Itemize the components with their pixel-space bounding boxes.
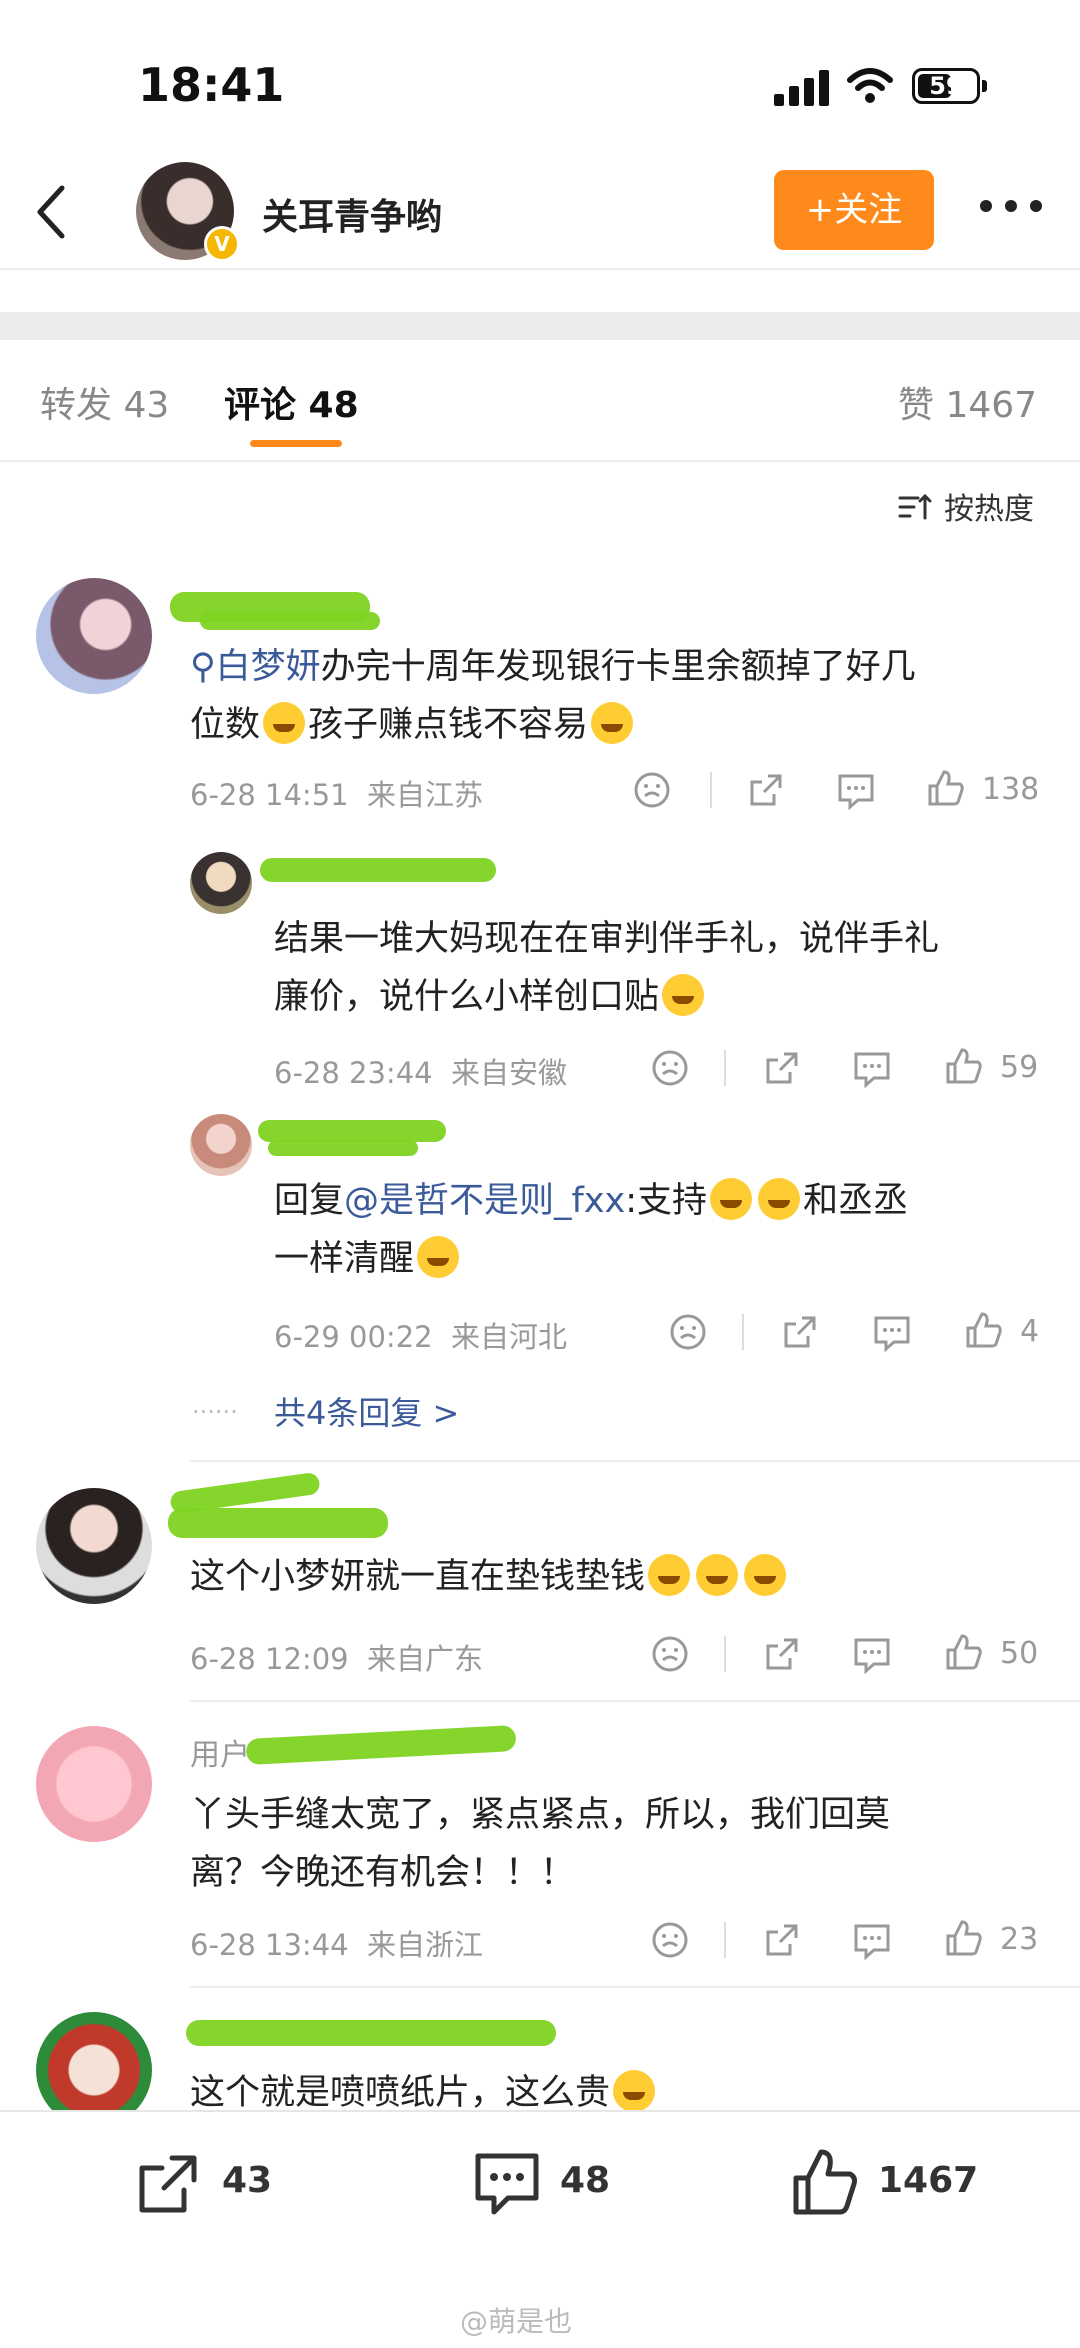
sort-label[interactable]: 按热度 bbox=[944, 484, 1034, 528]
redacted-name bbox=[186, 2020, 556, 2046]
like-icon[interactable] bbox=[944, 1918, 984, 1958]
share-icon[interactable] bbox=[780, 1312, 820, 1352]
watermark: @萌是也 bbox=[460, 2305, 573, 2338]
battery-tip bbox=[982, 80, 987, 92]
tab-divider bbox=[0, 460, 1080, 462]
tab-like[interactable]: 赞 1467 bbox=[898, 376, 1037, 428]
dislike-icon[interactable] bbox=[632, 770, 672, 810]
tab-active-indicator bbox=[250, 440, 342, 447]
topic-link[interactable]: 白梦妍 bbox=[216, 647, 321, 687]
reply-text: 结果一堆大妈现在在审判伴手礼，说伴手礼 廉价，说什么小样创口贴 bbox=[274, 919, 940, 1017]
comment-time: 6-28 23:44 来自安徽 bbox=[274, 1056, 568, 1090]
redacted-name bbox=[245, 1724, 517, 1766]
action-separator bbox=[724, 1636, 726, 1672]
commenter-name-fragment: 用户 bbox=[190, 1738, 250, 1773]
commenter-avatar[interactable] bbox=[190, 1114, 252, 1176]
crying-emoji-icon bbox=[648, 1554, 691, 1596]
like-count-bottom[interactable]: 1467 bbox=[878, 2160, 978, 2201]
dizzy-emoji-icon bbox=[662, 974, 705, 1016]
dislike-icon[interactable] bbox=[650, 1634, 690, 1674]
like-icon[interactable] bbox=[790, 2146, 860, 2218]
comment-time: 6-28 12:09 来自广东 bbox=[190, 1642, 484, 1676]
sort-icon[interactable] bbox=[898, 492, 932, 522]
reply-text: 回复@是哲不是则_fxx:支持 和丞丞 一样清醒 bbox=[274, 1172, 1064, 1288]
like-count: 138 bbox=[982, 772, 1040, 807]
more-options-icon[interactable] bbox=[980, 200, 1042, 214]
comment-time: 6-29 00:22 来自河北 bbox=[274, 1320, 568, 1354]
mention-link[interactable]: @是哲不是则_fxx bbox=[344, 1181, 625, 1221]
dislike-icon[interactable] bbox=[650, 1920, 690, 1960]
commenter-avatar[interactable] bbox=[36, 1726, 152, 1842]
tab-repost[interactable]: 转发 43 bbox=[40, 376, 169, 428]
redacted-name bbox=[260, 858, 496, 882]
action-separator bbox=[724, 1050, 726, 1086]
comment-time: 6-28 13:44 来自浙江 bbox=[190, 1928, 484, 1962]
like-count: 4 bbox=[1020, 1314, 1040, 1349]
more-replies-link[interactable]: 共4条回复 > bbox=[274, 1388, 459, 1434]
share-icon[interactable] bbox=[762, 1048, 802, 1088]
redacted-name bbox=[258, 1120, 446, 1142]
comment-count[interactable]: 48 bbox=[560, 2160, 610, 2201]
commenter-avatar[interactable] bbox=[190, 852, 252, 914]
crying-emoji-icon bbox=[744, 1554, 787, 1596]
wifi-icon bbox=[847, 68, 893, 103]
redacted-name bbox=[268, 1140, 418, 1156]
like-icon[interactable] bbox=[944, 1046, 984, 1086]
crying-emoji-icon bbox=[758, 1178, 801, 1220]
header-divider bbox=[0, 268, 1080, 270]
share-icon[interactable] bbox=[762, 1634, 802, 1674]
cellular-signal-icon bbox=[774, 70, 830, 106]
like-icon[interactable] bbox=[944, 1632, 984, 1672]
action-separator bbox=[710, 772, 712, 808]
laugh-emoji-icon bbox=[591, 702, 634, 744]
comment-divider bbox=[190, 1700, 1080, 1702]
comment-text: 这个小梦妍就一直在垫钱垫钱 bbox=[190, 1548, 1050, 1606]
follow-button[interactable]: +关注 bbox=[774, 170, 934, 250]
share-icon[interactable] bbox=[746, 770, 786, 810]
crying-emoji-icon bbox=[710, 1178, 753, 1220]
more-replies-dots: ······ bbox=[192, 1398, 238, 1426]
comment-time: 6-28 14:51 来自江苏 bbox=[190, 778, 484, 812]
like-count: 59 bbox=[1000, 1050, 1039, 1085]
repost-count[interactable]: 43 bbox=[222, 2160, 272, 2201]
section-separator bbox=[0, 312, 1080, 340]
dislike-icon[interactable] bbox=[650, 1048, 690, 1088]
like-count: 50 bbox=[1000, 1636, 1039, 1671]
battery-icon: 59 bbox=[912, 68, 980, 104]
reply-icon[interactable] bbox=[852, 1636, 892, 1674]
redacted-name bbox=[200, 612, 380, 630]
tab-comment[interactable]: 评论 48 bbox=[224, 376, 359, 428]
reply-icon[interactable] bbox=[872, 1314, 912, 1352]
comment-divider bbox=[190, 1986, 1080, 1988]
heart-eyes-emoji-icon bbox=[417, 1236, 460, 1278]
like-count: 23 bbox=[1000, 1922, 1039, 1957]
action-separator bbox=[742, 1314, 744, 1350]
comment-text: 丫头手缝太宽了，紧点紧点，所以，我们回莫 离？今晚还有机会！！！ bbox=[190, 1795, 891, 1893]
like-icon[interactable] bbox=[926, 768, 966, 808]
like-icon[interactable] bbox=[964, 1310, 1004, 1350]
comment-icon[interactable] bbox=[472, 2150, 542, 2218]
comment-text: 这个就是喷喷纸片，这么贵 bbox=[190, 2064, 1050, 2110]
commenter-avatar[interactable] bbox=[36, 1488, 152, 1604]
laugh-emoji-icon bbox=[263, 702, 306, 744]
battery-level: 59 bbox=[929, 72, 963, 100]
crying-emoji-icon bbox=[696, 1554, 739, 1596]
action-separator bbox=[724, 1922, 726, 1958]
comment-divider bbox=[190, 1460, 1080, 1462]
dislike-icon[interactable] bbox=[668, 1312, 708, 1352]
status-time: 18:41 bbox=[138, 58, 285, 112]
redacted-name bbox=[168, 1508, 388, 1538]
author-name[interactable]: 关耳青争哟 bbox=[262, 188, 442, 240]
scream-emoji-icon bbox=[613, 2070, 656, 2110]
reply-icon[interactable] bbox=[836, 772, 876, 810]
search-icon[interactable]: ⚲ bbox=[190, 647, 216, 687]
reply-icon[interactable] bbox=[852, 1050, 892, 1088]
back-arrow-icon[interactable] bbox=[28, 182, 78, 242]
repost-icon[interactable] bbox=[134, 2150, 202, 2218]
commenter-avatar[interactable] bbox=[36, 578, 152, 694]
comment-text: ⚲白梦妍办完十周年发现银行卡里余额掉了好几 位数 孩子赚点钱不容易 bbox=[190, 647, 916, 745]
reply-icon[interactable] bbox=[852, 1922, 892, 1960]
verified-badge-icon: V bbox=[204, 226, 240, 262]
share-icon[interactable] bbox=[762, 1920, 802, 1960]
